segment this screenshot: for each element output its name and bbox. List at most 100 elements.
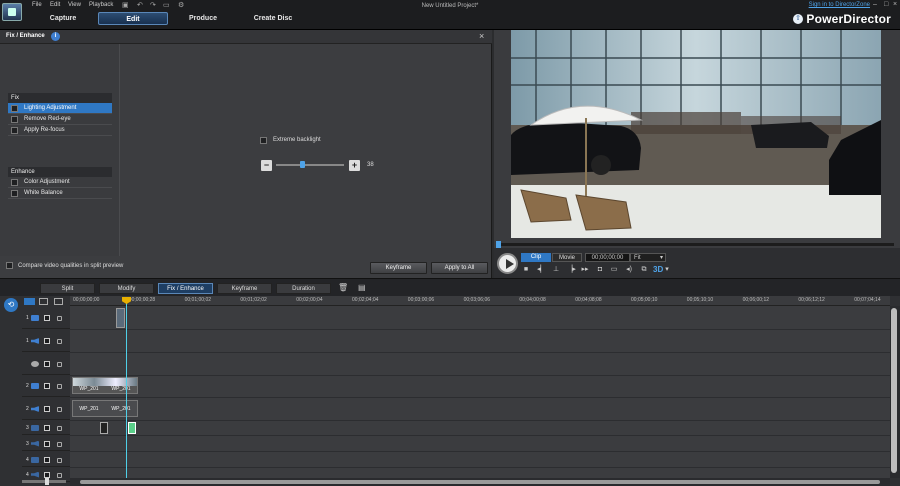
timeline-mode-icon[interactable]: ⟲ (4, 298, 18, 312)
lock-icon[interactable] (57, 441, 62, 447)
object-clip[interactable] (100, 422, 108, 434)
option-white-balance[interactable]: White Balance (8, 188, 112, 199)
track-header: 4 (22, 452, 70, 467)
track-manager-icon[interactable] (54, 298, 63, 305)
checkbox-icon[interactable] (11, 179, 18, 186)
mode-tab-produce[interactable]: Produce (168, 12, 238, 25)
keyframe-button[interactable]: Keyframe (370, 262, 427, 274)
video-track-icon (31, 315, 39, 321)
tab-split[interactable]: Split (40, 283, 95, 294)
clip-labels: WP_201 WP_201 (73, 401, 137, 412)
next-frame-icon[interactable]: ▕▸ (567, 266, 576, 274)
checkbox-icon[interactable] (11, 127, 18, 134)
track-enable-checkbox[interactable] (44, 456, 50, 463)
track-enable-checkbox[interactable] (44, 315, 50, 321)
track-enable-checkbox[interactable] (44, 406, 50, 412)
mode-tab-edit[interactable]: Edit (98, 12, 168, 25)
movie-mode-button[interactable]: Movie (552, 253, 582, 262)
project-title: New Untitled Project* (421, 3, 479, 9)
close-icon[interactable]: × (479, 31, 484, 41)
compare-quality-checkbox[interactable] (6, 262, 13, 269)
object-clip[interactable] (128, 422, 136, 434)
delete-trash-icon[interactable]: 🗑 (338, 283, 348, 292)
slider-value: 38 (367, 162, 374, 168)
zoom-fit-select[interactable]: Fit ▾ (630, 253, 666, 262)
track-number: 1 (26, 315, 29, 321)
tab-modify[interactable]: Modify (99, 283, 154, 294)
track-enable-checkbox[interactable] (44, 440, 50, 447)
chevron-down-icon[interactable]: ▾ (663, 266, 671, 274)
ruler-tick-label: 00;02;00;04 (296, 297, 323, 303)
audio-track-icon (31, 440, 39, 447)
track-enable-checkbox[interactable] (44, 471, 50, 478)
lock-icon[interactable] (57, 384, 62, 389)
mode-tab-capture[interactable]: Capture (28, 12, 98, 25)
minimize-icon[interactable]: – (873, 1, 877, 8)
track-enable-checkbox[interactable] (44, 383, 50, 389)
split-icon[interactable]: ⊥ (552, 266, 560, 274)
option-apply-refocus[interactable]: Apply Re-focus (8, 125, 112, 136)
lock-icon[interactable] (57, 407, 62, 412)
track-enable-checkbox[interactable] (44, 338, 50, 344)
checkbox-icon[interactable] (11, 190, 18, 197)
timeline-view-icon[interactable] (24, 298, 35, 305)
clip-mode-button[interactable]: Clip (521, 253, 551, 262)
audio-track-icon (31, 406, 39, 412)
3d-mode-button[interactable]: 3D (653, 265, 663, 274)
checkbox-icon[interactable] (11, 116, 18, 123)
lighting-slider-thumb[interactable] (299, 161, 305, 168)
track-enable-checkbox[interactable] (44, 424, 50, 431)
snapshot-icon[interactable]: ◘ (596, 266, 604, 274)
mode-tab-create-disc[interactable]: Create Disc (238, 12, 308, 25)
tab-keyframe[interactable]: Keyframe (217, 283, 272, 294)
signin-link[interactable]: Sign in to DirectorZone (809, 2, 870, 8)
seek-knob[interactable] (496, 241, 501, 248)
close-window-icon[interactable]: × (893, 1, 897, 8)
option-label: Lighting Adjustment (24, 105, 77, 111)
lock-icon[interactable] (57, 472, 62, 478)
option-color-adjustment[interactable]: Color Adjustment (8, 177, 112, 188)
previous-frame-icon[interactable]: ◂▏ (537, 266, 546, 274)
volume-icon[interactable]: ◂) (625, 266, 633, 274)
play-button[interactable] (497, 253, 518, 274)
horizontal-scroll-thumb[interactable] (80, 480, 880, 484)
more-options-icon[interactable]: ▤ (358, 283, 366, 292)
track-enable-checkbox[interactable] (44, 361, 50, 367)
playhead-line[interactable] (126, 300, 127, 478)
slider-plus-button[interactable]: + (349, 160, 360, 171)
maximize-icon[interactable]: □ (884, 1, 888, 8)
zoom-slider[interactable] (22, 480, 66, 483)
audio-clip[interactable]: WP_201 WP_201 (72, 400, 138, 417)
preview-seek-bar[interactable] (497, 243, 894, 246)
extreme-backlight-checkbox[interactable] (260, 137, 267, 144)
fix-enhance-panel: Fix / Enhance i × (0, 30, 492, 278)
tab-duration[interactable]: Duration (276, 283, 331, 294)
fast-forward-icon[interactable]: ▸▸ (581, 266, 589, 274)
lock-icon[interactable] (57, 457, 62, 463)
slider-minus-button[interactable]: − (261, 160, 272, 171)
info-icon[interactable]: i (51, 32, 60, 41)
vertical-scroll-thumb[interactable] (891, 308, 897, 473)
option-lighting-adjustment[interactable]: Lighting Adjustment (8, 103, 112, 114)
tab-fix-enhance[interactable]: Fix / Enhance (158, 283, 213, 294)
option-remove-red-eye[interactable]: Remove Red-eye (8, 114, 112, 125)
checkbox-icon[interactable] (11, 105, 18, 112)
lock-icon[interactable] (57, 316, 62, 321)
lock-icon[interactable] (57, 362, 62, 367)
video-preview-frame[interactable] (511, 30, 881, 238)
lock-icon[interactable] (57, 425, 62, 431)
apply-to-all-button[interactable]: Apply to All (431, 262, 488, 274)
stop-icon[interactable]: ■ (522, 266, 530, 274)
video-clip[interactable]: WP_201 WP_201 (72, 377, 138, 394)
timeline-clip[interactable] (116, 308, 125, 328)
storyboard-view-icon[interactable] (39, 298, 48, 305)
ruler-tick-label: 00;06;12;12 (798, 297, 825, 303)
brand-icon: ⇧ (793, 14, 803, 24)
undock-icon[interactable]: ⧉ (640, 266, 648, 274)
track-divider (70, 451, 890, 452)
lighting-slider-track[interactable] (276, 164, 344, 166)
lock-icon[interactable] (57, 339, 62, 344)
external-display-icon[interactable]: ▭ (610, 266, 618, 274)
ruler-tick-label: 00;01;00;02 (184, 297, 212, 303)
zoom-slider-thumb[interactable] (45, 478, 49, 485)
